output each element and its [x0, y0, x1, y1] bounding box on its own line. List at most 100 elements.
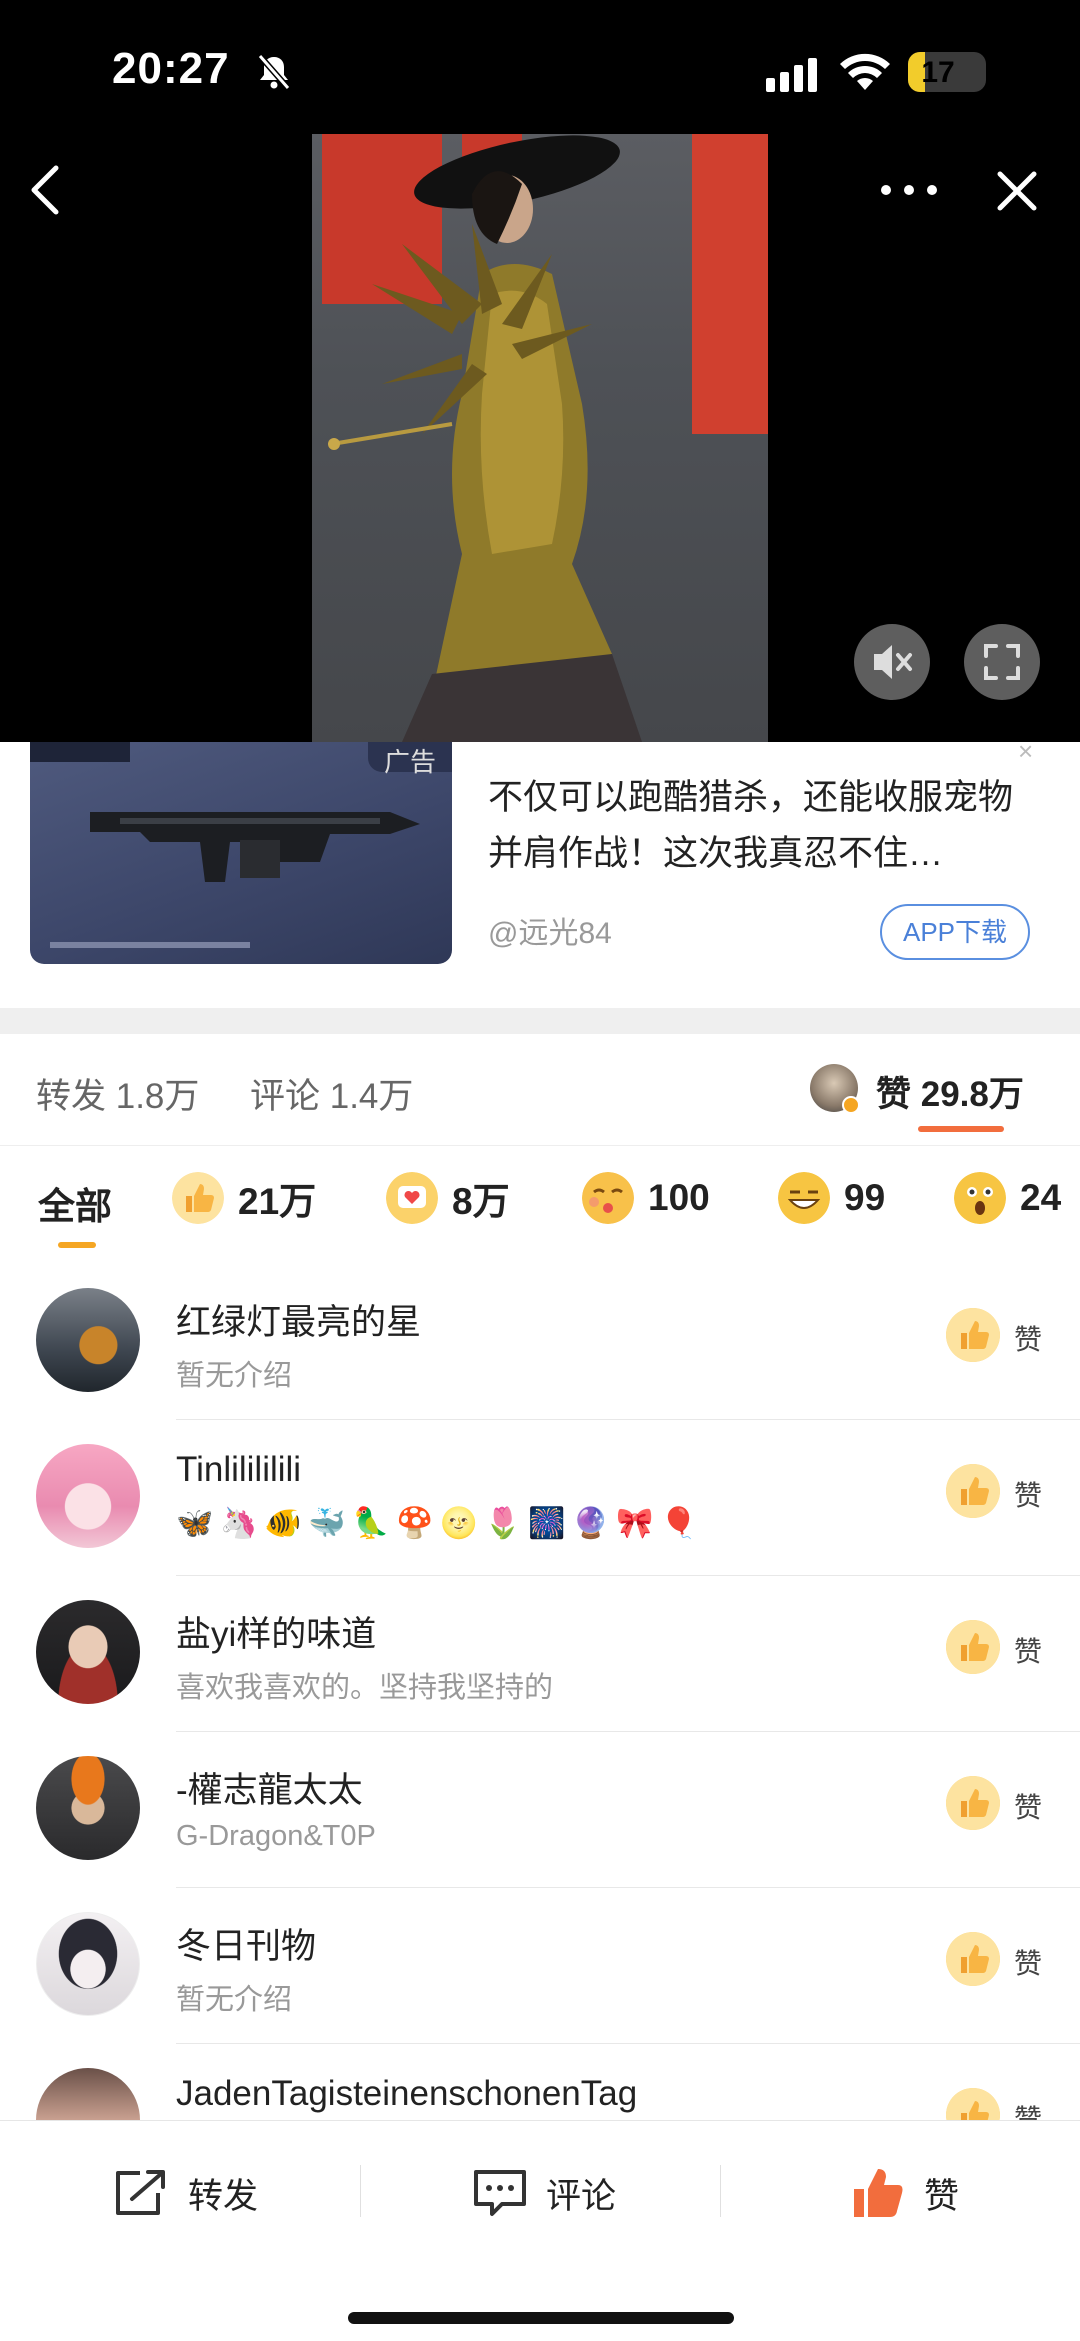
- liker-list: 红绿灯最亮的星 暂无介绍 赞 Tinlilililili 🦋 🦄 🐠 🐳 🦜 🍄…: [0, 1264, 1080, 2120]
- ad-source[interactable]: @远光84: [488, 908, 612, 952]
- reaction-count: 8万: [452, 1181, 510, 1222]
- crystal-ball-icon: 🔮: [572, 1507, 610, 1540]
- thumbs-up-icon[interactable]: [946, 1308, 1000, 1362]
- reaction-count: 100: [648, 1177, 710, 1218]
- avatar[interactable]: [36, 1288, 140, 1392]
- reaction-count: 24: [1020, 1177, 1062, 1218]
- home-indicator: [348, 2312, 734, 2324]
- user-name[interactable]: JadenTagisteinenschonenTag: [176, 2074, 637, 2114]
- divider: [360, 2165, 361, 2217]
- user-bio: 喜欢我喜欢的。坚持我坚持的: [176, 1672, 554, 1704]
- balloon-icon: 🎈: [660, 1507, 698, 1540]
- video-player[interactable]: 20:27 17: [0, 0, 1080, 742]
- mushroom-icon: 🍄: [396, 1507, 434, 1540]
- battery-icon: 17: [908, 52, 986, 92]
- verified-badge-icon: [842, 1096, 860, 1114]
- thumbs-up-icon[interactable]: [946, 1776, 1000, 1830]
- repost-stat[interactable]: 转发 1.8万: [36, 1068, 199, 1119]
- user-name[interactable]: 红绿灯最亮的星: [176, 1294, 421, 1345]
- avatar[interactable]: [36, 2068, 140, 2120]
- like-label[interactable]: 赞: [1014, 2098, 1042, 2120]
- tab-kiss-face[interactable]: 100: [582, 1170, 710, 1226]
- wifi-icon: [840, 53, 890, 90]
- speaker-muted-icon: [874, 645, 912, 679]
- like-button[interactable]: 赞: [850, 2161, 959, 2225]
- unicorn-icon: 🦄: [220, 1507, 258, 1540]
- comment-stat[interactable]: 评论 1.4万: [250, 1068, 413, 1119]
- mute-button[interactable]: [854, 624, 930, 700]
- user-name[interactable]: -權志龍太太: [176, 1762, 363, 1813]
- share-icon: [116, 2170, 165, 2215]
- thumbs-up-icon[interactable]: [946, 1932, 1000, 1986]
- section-divider: [0, 1008, 1080, 1034]
- video-frame[interactable]: [312, 134, 768, 742]
- like-label: 赞: [924, 2176, 960, 2216]
- app-download-button[interactable]: APP下载: [880, 904, 1030, 960]
- like-label[interactable]: 赞: [1014, 1318, 1042, 1358]
- repost-label: 转发: [188, 2176, 259, 2216]
- user-name[interactable]: Tinlilililili: [176, 1450, 301, 1490]
- comment-button[interactable]: 评论: [472, 2161, 616, 2225]
- ad-tag: 广告: [368, 742, 452, 777]
- moon-face-icon: 🌝: [440, 1507, 478, 1540]
- list-item[interactable]: -權志龍太太 G-Dragon&T0P 赞: [0, 1732, 1080, 1888]
- butterfly-icon: 🦋: [176, 1507, 214, 1540]
- ad-image[interactable]: 广告: [30, 742, 452, 964]
- reaction-count: 21万: [238, 1181, 317, 1222]
- tab-grin-face[interactable]: 99: [778, 1170, 885, 1226]
- comment-label: 评论: [546, 2176, 617, 2216]
- list-item[interactable]: 冬日刊物 暂无介绍 赞: [0, 1888, 1080, 2044]
- like-label[interactable]: 赞: [1014, 1630, 1042, 1670]
- chevron-left-icon[interactable]: [22, 160, 72, 220]
- tab-heart-message[interactable]: 8万: [386, 1170, 510, 1226]
- tab-all[interactable]: 全部: [38, 1176, 112, 1230]
- reaction-count: 99: [844, 1177, 886, 1218]
- ad-close-button[interactable]: ×: [1018, 736, 1033, 767]
- bell-muted-icon: [257, 54, 291, 90]
- more-dots-icon[interactable]: [876, 170, 942, 210]
- parrot-icon: 🦜: [352, 1507, 390, 1540]
- list-item[interactable]: Tinlilililili 🦋 🦄 🐠 🐳 🦜 🍄 🌝 🌷 🎆 🔮 🎀 🎈 赞: [0, 1420, 1080, 1576]
- avatar[interactable]: [36, 1444, 140, 1548]
- like-label[interactable]: 赞: [1014, 1786, 1042, 1826]
- avatar[interactable]: [36, 1912, 140, 2016]
- ribbon-icon: 🎀: [616, 1507, 654, 1540]
- tab-thumbs-up[interactable]: 21万: [172, 1170, 316, 1226]
- engagement-stats: 转发 1.8万 评论 1.4万 赞 29.8万: [0, 1034, 1080, 1146]
- bottom-action-bar: 转发 评论 赞: [0, 2120, 1080, 2341]
- whale-icon: 🐳: [308, 1507, 346, 1540]
- list-item[interactable]: 红绿灯最亮的星 暂无介绍 赞: [0, 1264, 1080, 1420]
- fireworks-icon: 🎆: [528, 1507, 566, 1540]
- video-still-image: [322, 134, 768, 742]
- user-bio: 暂无介绍: [176, 1360, 293, 1392]
- fullscreen-button[interactable]: [964, 624, 1040, 700]
- list-item[interactable]: 盐yi样的味道 喜欢我喜欢的。坚持我坚持的 赞: [0, 1576, 1080, 1732]
- like-stat[interactable]: 赞 29.8万: [876, 1066, 1024, 1117]
- thumbs-up-icon: [172, 1172, 224, 1224]
- like-label[interactable]: 赞: [1014, 1942, 1042, 1982]
- user-bio: 暂无介绍: [176, 1984, 293, 2016]
- avatar[interactable]: [36, 1756, 140, 1860]
- ad-title[interactable]: 不仅可以跑酷猎杀，还能收服宠物并肩作战！这次我真忍不住…: [488, 770, 1028, 882]
- user-name[interactable]: 盐yi样的味道: [176, 1606, 376, 1657]
- divider: [720, 2165, 721, 2217]
- like-label[interactable]: 赞: [1014, 1474, 1042, 1514]
- avatar[interactable]: [36, 1600, 140, 1704]
- tab-all-indicator: [58, 1242, 96, 1248]
- thumbs-up-icon[interactable]: [946, 2088, 1000, 2120]
- close-icon[interactable]: [992, 166, 1042, 216]
- thumbs-up-icon[interactable]: [946, 1464, 1000, 1518]
- repost-button[interactable]: 转发: [112, 2161, 258, 2225]
- ad-card[interactable]: 广告 不仅可以跑酷猎杀，还能收服宠物并肩作战！这次我真忍不住… @远光84 AP…: [0, 742, 1080, 1008]
- kiss-face-icon: [582, 1172, 634, 1224]
- fullscreen-icon: [984, 644, 1020, 680]
- surprised-face-icon: [954, 1172, 1006, 1224]
- battery-percent: 17: [921, 56, 955, 89]
- grin-face-icon: [778, 1172, 830, 1224]
- tab-surprised-face[interactable]: 24: [954, 1170, 1061, 1226]
- user-name[interactable]: 冬日刊物: [176, 1918, 316, 1969]
- thumbs-up-icon[interactable]: [946, 1620, 1000, 1674]
- thumbs-up-icon: [854, 2169, 903, 2217]
- battery-nub: [980, 64, 986, 80]
- list-item[interactable]: JadenTagisteinenschonenTag 赞: [0, 2044, 1080, 2120]
